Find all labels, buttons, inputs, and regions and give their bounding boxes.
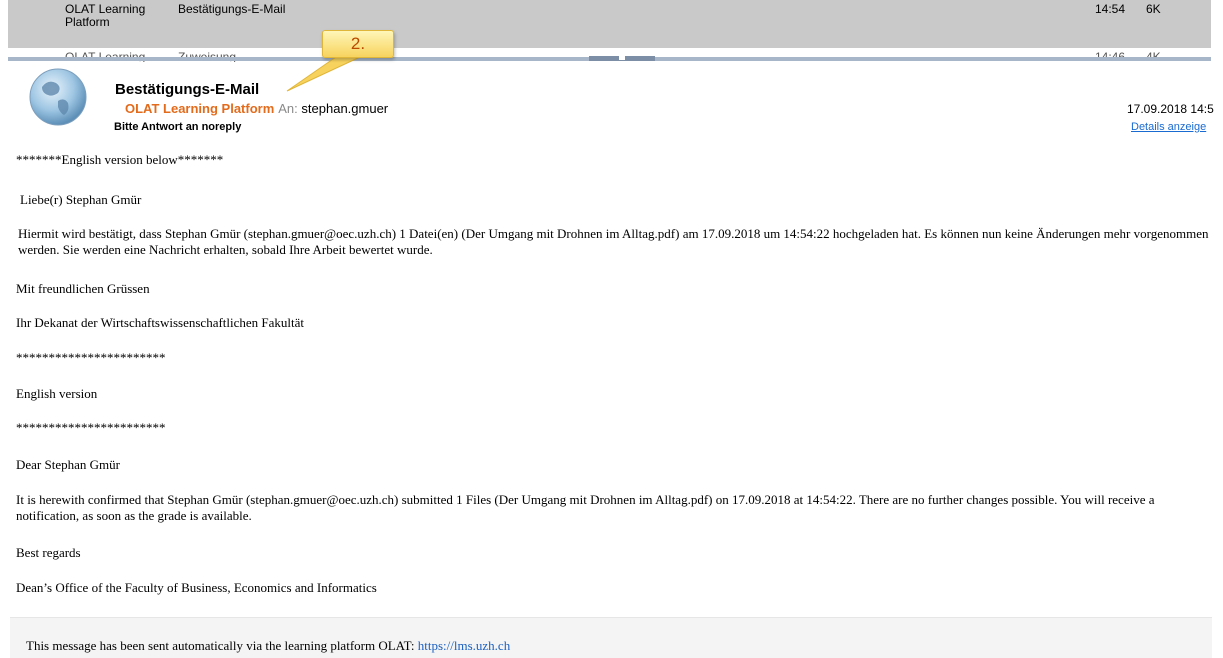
signature-en: Dean’s Office of the Faculty of Business… bbox=[16, 580, 377, 595]
separator: *********************** bbox=[16, 420, 166, 435]
email-date: 17.09.2018 14:5 bbox=[1127, 102, 1214, 116]
closing-de: Mit freundlichen Grüssen bbox=[16, 281, 150, 296]
to-label: An: bbox=[278, 101, 298, 116]
footer-link[interactable]: https://lms.uzh.ch bbox=[418, 638, 510, 653]
footer-text: This message has been sent automatically… bbox=[26, 638, 510, 654]
reply-to: Bitte Antwort an noreply bbox=[114, 121, 242, 133]
email-footer: This message has been sent automatically… bbox=[10, 617, 1212, 658]
greeting-en: Dear Stephan Gmür bbox=[16, 457, 120, 472]
sender-line: OLAT Learning Platform An: stephan.gmuer bbox=[125, 101, 388, 116]
recipient[interactable]: stephan.gmuer bbox=[301, 101, 388, 116]
english-version-label: English version bbox=[16, 386, 98, 401]
email-subject: Bestätigungs-E-Mail bbox=[115, 81, 260, 98]
row-size: 6K bbox=[1146, 2, 1161, 16]
message-list: OLAT Learning Platform Bestätigungs-E-Ma… bbox=[8, 0, 1211, 62]
signature-de: Ihr Dekanat der Wirtschaftswissenschaftl… bbox=[16, 315, 305, 330]
english-marker: *******English version below******* bbox=[16, 152, 224, 167]
splitter-grip-icon bbox=[619, 56, 625, 60]
sender-name[interactable]: OLAT Learning Platform bbox=[125, 101, 274, 116]
row-sender: OLAT Learning Platform bbox=[65, 2, 146, 29]
row-time: 14:54 bbox=[1095, 2, 1126, 16]
globe-icon bbox=[28, 67, 88, 127]
separator: *********************** bbox=[16, 350, 166, 365]
greeting-de: Liebe(r) Stephan Gmür bbox=[20, 192, 142, 207]
annotation-callout: 2. bbox=[322, 30, 394, 58]
paragraph-de: Hiermit wird bestätigt, dass Stephan Gmü… bbox=[18, 226, 1209, 257]
footer-message: This message has been sent automatically… bbox=[26, 638, 418, 653]
closing-en: Best regards bbox=[16, 545, 81, 560]
row-subject: Bestätigungs-E-Mail bbox=[178, 2, 286, 16]
message-row-selected[interactable]: OLAT Learning Platform Bestätigungs-E-Ma… bbox=[8, 0, 1211, 48]
details-link[interactable]: Details anzeige bbox=[1131, 121, 1206, 133]
paragraph-en: It is herewith confirmed that Stephan Gm… bbox=[16, 492, 1155, 523]
